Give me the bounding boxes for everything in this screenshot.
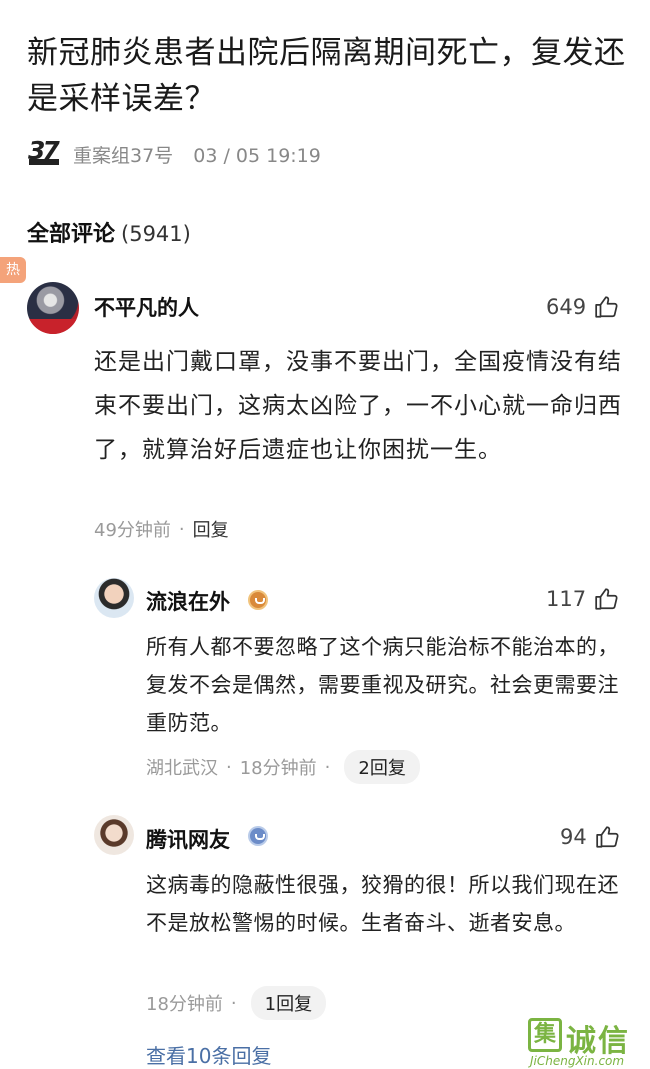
commenter-name[interactable]: 流浪在外 — [146, 586, 230, 616]
article-meta: 37 重案组37号 03 / 05 19:19 — [27, 134, 321, 174]
comments-count: (5941) — [121, 222, 191, 246]
comment-footer: 18分钟前 · 1回复 — [146, 986, 327, 1020]
comment-time: 49分钟前 — [94, 520, 171, 541]
view-more-replies-link[interactable]: 查看10条回复 — [146, 1040, 271, 1069]
like-count: 117 — [546, 587, 587, 611]
avatar[interactable] — [94, 578, 134, 618]
comment-footer: 湖北武汉 · 18分钟前 · 2回复 — [146, 750, 420, 784]
avatar[interactable] — [27, 282, 79, 334]
replies-button[interactable]: 1回复 — [250, 986, 327, 1020]
commenter-name[interactable]: 不平凡的人 — [94, 292, 199, 322]
watermark-logo: 集 诚信 JiChengXin.com — [528, 1012, 650, 1068]
comment-time: 18分钟前 — [146, 994, 223, 1015]
comment-text: 这病毒的隐蔽性很强，狡猾的很！所以我们现在还不是放松警惕的时候。生者奋斗、逝者安… — [146, 873, 619, 935]
comment-text: 所有人都不要忽略了这个病只能治标不能治本的，复发不会是偶然，需要重视及研究。社会… — [146, 635, 619, 735]
blue-badge-icon — [248, 826, 268, 846]
like-button[interactable]: 94 — [560, 824, 621, 850]
comment-location: 湖北武汉 — [146, 758, 218, 779]
comments-title: 全部评论 — [27, 222, 116, 247]
thumbs-up-icon — [595, 296, 618, 318]
commenter-name[interactable]: 腾讯网友 — [146, 824, 230, 854]
comment-time: 18分钟前 — [239, 758, 317, 779]
like-count: 649 — [546, 295, 587, 319]
thumbs-up-icon — [596, 826, 619, 848]
watermark-url: JiChengXin.com — [530, 1054, 625, 1068]
replies-button[interactable]: 2回复 — [344, 750, 420, 784]
like-count: 94 — [560, 825, 587, 849]
publish-time: 03 / 05 19:19 — [193, 144, 321, 167]
like-button[interactable]: 649 — [546, 294, 620, 320]
watermark-box-icon: 集 — [528, 1018, 562, 1052]
author-name[interactable]: 重案组37号 — [73, 145, 173, 167]
avatar[interactable] — [94, 815, 134, 855]
comments-header: 全部评论 (5941) — [27, 216, 191, 248]
thumbs-up-icon — [595, 588, 618, 610]
gold-badge-icon — [248, 590, 268, 610]
article-title: 新冠肺炎患者出院后隔离期间死亡，复发还是采样误差？ — [27, 35, 626, 117]
like-button[interactable]: 117 — [546, 586, 620, 612]
reply-button[interactable]: 回复 — [193, 516, 229, 542]
comment-footer: 49分钟前 · 回复 — [94, 516, 229, 542]
hot-tag-badge: 热 — [0, 257, 26, 283]
comment-text: 还是出门戴口罩，没事不要出门，全国疫情没有结束不要出门，这病太凶险了，一不小心就… — [94, 349, 622, 463]
author-logo-icon[interactable]: 37 — [27, 136, 63, 172]
